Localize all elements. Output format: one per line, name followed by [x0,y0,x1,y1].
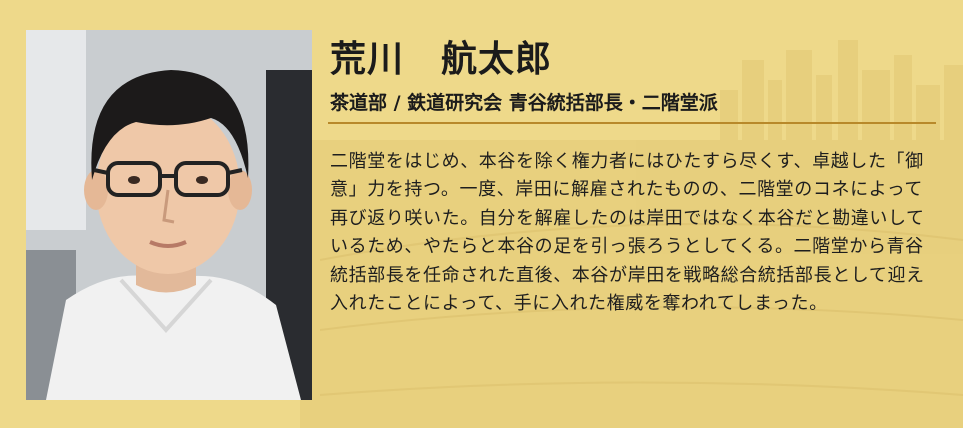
profile-card: 荒川 航太郎 茶道部 / 鉄道研究会 青谷統括部長・二階堂派 二階堂をはじめ、本… [0,0,963,428]
character-affiliation: 茶道部 / 鉄道研究会 青谷統括部長・二階堂派 [330,92,718,114]
character-bio: 二階堂をはじめ、本谷を除く権力者にはひたすら尽くす、卓越した「御意」力を持つ。一… [330,151,925,315]
title-divider [328,122,936,124]
profile-photo [26,30,312,400]
character-name: 荒川 航太郎 [330,39,553,80]
